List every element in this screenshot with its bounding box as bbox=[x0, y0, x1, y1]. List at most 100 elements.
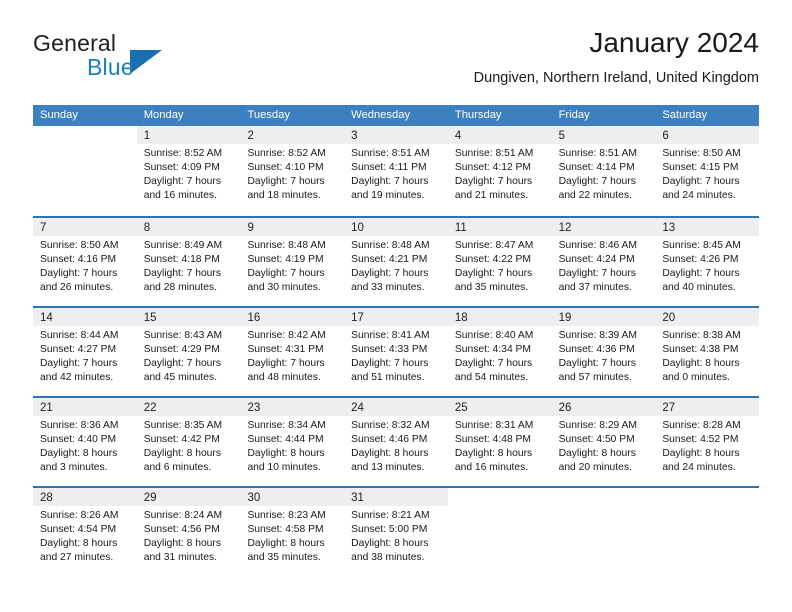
day-number: 29 bbox=[143, 492, 157, 504]
day-number: 17 bbox=[351, 312, 364, 324]
daylight-text: Daylight: 8 hours bbox=[247, 538, 325, 550]
calendar-day-cell[interactable]: 1 Sunrise: 8:52 AM Sunset: 4:09 PM Daylight… bbox=[136, 126, 241, 216]
calendar-day-cell[interactable]: 31 Sunrise: 8:21 AM Sunset: 5:00 PM Dayligh… bbox=[344, 486, 448, 574]
sunset-text: Sunset: 4:11 PM bbox=[351, 162, 427, 174]
day-number: 24 bbox=[351, 402, 364, 414]
calendar-day-cell[interactable]: 6 Sunrise: 8:50 AM Sunset: 4:15 PM Daylight… bbox=[655, 126, 760, 216]
daylight-text: Daylight: 7 hours bbox=[40, 358, 118, 370]
calendar-day-cell[interactable]: 5 Sunrise: 8:51 AM Sunset: 4:14 PM Daylight… bbox=[551, 126, 656, 216]
daylight-text: Daylight: 7 hours bbox=[351, 176, 429, 188]
daylight-text-cont: and 24 minutes. bbox=[662, 190, 736, 202]
calendar-day-cell[interactable]: 9 Sunrise: 8:48 AM Sunset: 4:19 PM Daylight… bbox=[240, 216, 345, 306]
sunset-text: Sunset: 4:50 PM bbox=[558, 434, 635, 446]
day-number-band: 17 bbox=[344, 308, 448, 326]
sunset-text: Sunset: 4:34 PM bbox=[454, 344, 532, 356]
day-number: 27 bbox=[662, 402, 676, 414]
sunset-text: Sunset: 4:48 PM bbox=[454, 434, 532, 446]
calendar-day-cell[interactable]: 21 Sunrise: 8:36 AM Sunset: 4:40 PM Dayligh… bbox=[33, 396, 137, 486]
weekday-header-friday: Friday bbox=[558, 109, 590, 121]
day-details: Sunrise: 8:23 AM Sunset: 4:58 PM Daylight:… bbox=[240, 506, 344, 565]
calendar-day-cell-empty bbox=[551, 486, 656, 574]
daylight-text-cont: and 31 minutes. bbox=[143, 552, 217, 564]
calendar-day-cell[interactable]: 12 Sunrise: 8:46 AM Sunset: 4:24 PM Dayligh… bbox=[551, 216, 656, 306]
sunset-text: Sunset: 4:54 PM bbox=[40, 524, 117, 536]
sunset-text: Sunset: 4:29 PM bbox=[143, 344, 220, 356]
calendar-day-cell[interactable]: 7 Sunrise: 8:50 AM Sunset: 4:16 PM Daylight… bbox=[33, 216, 137, 306]
daylight-text: Daylight: 7 hours bbox=[454, 358, 533, 370]
day-number-band: 15 bbox=[136, 308, 241, 326]
day-number: 8 bbox=[143, 222, 151, 234]
calendar-day-cell[interactable]: 15 Sunrise: 8:43 AM Sunset: 4:29 PM Dayligh… bbox=[136, 306, 241, 396]
calendar-day-cell[interactable]: 22 Sunrise: 8:35 AM Sunset: 4:42 PM Dayligh… bbox=[136, 396, 241, 486]
calendar-day-cell[interactable]: 30 Sunrise: 8:23 AM Sunset: 4:58 PM Dayligh… bbox=[240, 486, 345, 574]
day-details: Sunrise: 8:47 AM Sunset: 4:22 PM Daylight:… bbox=[448, 236, 552, 295]
calendar-day-cell[interactable]: 8 Sunrise: 8:49 AM Sunset: 4:18 PM Daylight… bbox=[136, 216, 241, 306]
calendar-day-cell[interactable]: 18 Sunrise: 8:40 AM Sunset: 4:34 PM Dayligh… bbox=[447, 306, 552, 396]
day-number-band: 29 bbox=[136, 488, 241, 506]
daylight-text-cont: and 42 minutes. bbox=[40, 372, 114, 384]
sunset-text: Sunset: 4:52 PM bbox=[662, 434, 739, 446]
sunset-text: Sunset: 4:38 PM bbox=[662, 344, 739, 356]
calendar-day-cell[interactable]: 20 Sunrise: 8:38 AM Sunset: 4:38 PM Dayligh… bbox=[655, 306, 760, 396]
daylight-text: Daylight: 7 hours bbox=[558, 268, 636, 280]
daylight-text-cont: and 30 minutes. bbox=[247, 282, 321, 294]
calendar-day-cell[interactable]: 27 Sunrise: 8:28 AM Sunset: 4:52 PM Dayligh… bbox=[655, 396, 760, 486]
sunrise-text: Sunrise: 8:45 AM bbox=[662, 240, 741, 251]
sunrise-text: Sunrise: 8:40 AM bbox=[454, 330, 534, 341]
day-details: Sunrise: 8:42 AM Sunset: 4:31 PM Daylight:… bbox=[240, 326, 344, 385]
day-number: 4 bbox=[454, 130, 462, 142]
sunrise-text: Sunrise: 8:52 AM bbox=[143, 148, 223, 159]
daylight-text: Daylight: 8 hours bbox=[454, 448, 533, 460]
calendar-day-cell[interactable]: 14 Sunrise: 8:44 AM Sunset: 4:27 PM Dayligh… bbox=[33, 306, 137, 396]
daylight-text: Daylight: 8 hours bbox=[558, 448, 636, 460]
sunrise-text: Sunrise: 8:48 AM bbox=[247, 240, 326, 251]
calendar-day-cell[interactable]: 3 Sunrise: 8:51 AM Sunset: 4:11 PM Daylight… bbox=[344, 126, 448, 216]
calendar-day-cell[interactable]: 25 Sunrise: 8:31 AM Sunset: 4:48 PM Dayligh… bbox=[447, 396, 552, 486]
weekday-header-tuesday: Tuesday bbox=[247, 109, 290, 121]
daylight-text: Daylight: 7 hours bbox=[143, 268, 221, 280]
calendar-day-cell[interactable]: 19 Sunrise: 8:39 AM Sunset: 4:36 PM Dayligh… bbox=[551, 306, 656, 396]
daylight-text: Daylight: 8 hours bbox=[351, 538, 429, 550]
day-number-band: 16 bbox=[240, 308, 345, 326]
calendar-day-cell[interactable]: 13 Sunrise: 8:45 AM Sunset: 4:26 PM Dayligh… bbox=[655, 216, 760, 306]
day-number: 2 bbox=[247, 130, 254, 142]
day-number-band: 5 bbox=[551, 126, 656, 144]
calendar-day-cell[interactable]: 23 Sunrise: 8:34 AM Sunset: 4:44 PM Dayligh… bbox=[240, 396, 345, 486]
calendar-day-cell[interactable]: 26 Sunrise: 8:29 AM Sunset: 4:50 PM Dayligh… bbox=[551, 396, 656, 486]
calendar-day-cell[interactable]: 29 Sunrise: 8:24 AM Sunset: 4:56 PM Dayligh… bbox=[136, 486, 241, 574]
calendar-day-cell[interactable]: 24 Sunrise: 8:32 AM Sunset: 4:46 PM Dayligh… bbox=[344, 396, 448, 486]
sunset-text: Sunset: 4:19 PM bbox=[247, 254, 324, 266]
calendar-day-cell[interactable]: 2 Sunrise: 8:52 AM Sunset: 4:10 PM Daylight… bbox=[240, 126, 345, 216]
day-number-band: 11 bbox=[447, 218, 552, 236]
sunrise-text: Sunrise: 8:38 AM bbox=[662, 330, 741, 341]
calendar-day-cell[interactable]: 17 Sunrise: 8:41 AM Sunset: 4:33 PM Dayligh… bbox=[344, 306, 448, 396]
daylight-text-cont: and 28 minutes. bbox=[143, 282, 217, 294]
daylight-text-cont: and 21 minutes. bbox=[454, 190, 529, 202]
sunset-text: Sunset: 4:27 PM bbox=[40, 344, 117, 356]
calendar-grid: Sunday Monday Tuesday Wednesday Thursday Frid… bbox=[33, 105, 760, 574]
calendar-day-cell[interactable]: 28 Sunrise: 8:26 AM Sunset: 4:54 PM Dayligh… bbox=[33, 486, 137, 574]
calendar-day-cell[interactable]: 16 Sunrise: 8:42 AM Sunset: 4:31 PM Dayligh… bbox=[240, 306, 345, 396]
calendar-day-cell[interactable]: 10 Sunrise: 8:48 AM Sunset: 4:21 PM Dayligh… bbox=[344, 216, 448, 306]
daylight-text-cont: and 40 minutes. bbox=[662, 282, 736, 294]
day-number: 14 bbox=[40, 312, 53, 324]
general-blue-logo: General Blue bbox=[33, 30, 273, 88]
day-number: 18 bbox=[454, 312, 468, 324]
calendar-day-cell[interactable]: 11 Sunrise: 8:47 AM Sunset: 4:22 PM Dayligh… bbox=[447, 216, 552, 306]
day-details: Sunrise: 8:48 AM Sunset: 4:21 PM Daylight:… bbox=[344, 236, 448, 295]
sunset-text: Sunset: 4:40 PM bbox=[40, 434, 117, 446]
sunset-text: Sunset: 4:09 PM bbox=[143, 162, 220, 174]
sunset-text: Sunset: 4:44 PM bbox=[247, 434, 324, 446]
sunrise-text: Sunrise: 8:36 AM bbox=[40, 420, 119, 431]
day-number: 25 bbox=[454, 402, 468, 414]
day-number-band: 6 bbox=[655, 126, 760, 144]
calendar-day-cell[interactable]: 4 Sunrise: 8:51 AM Sunset: 4:12 PM Daylight… bbox=[447, 126, 552, 216]
day-details: Sunrise: 8:31 AM Sunset: 4:48 PM Daylight:… bbox=[448, 416, 552, 475]
daylight-text: Daylight: 7 hours bbox=[247, 358, 325, 370]
daylight-text-cont: and 33 minutes. bbox=[351, 282, 425, 294]
day-number: 16 bbox=[247, 312, 261, 324]
day-details: Sunrise: 8:21 AM Sunset: 5:00 PM Daylight:… bbox=[344, 506, 448, 565]
sunrise-text: Sunrise: 8:50 AM bbox=[40, 240, 119, 251]
day-number-band: 24 bbox=[344, 398, 448, 416]
daylight-text: Daylight: 7 hours bbox=[558, 176, 636, 188]
